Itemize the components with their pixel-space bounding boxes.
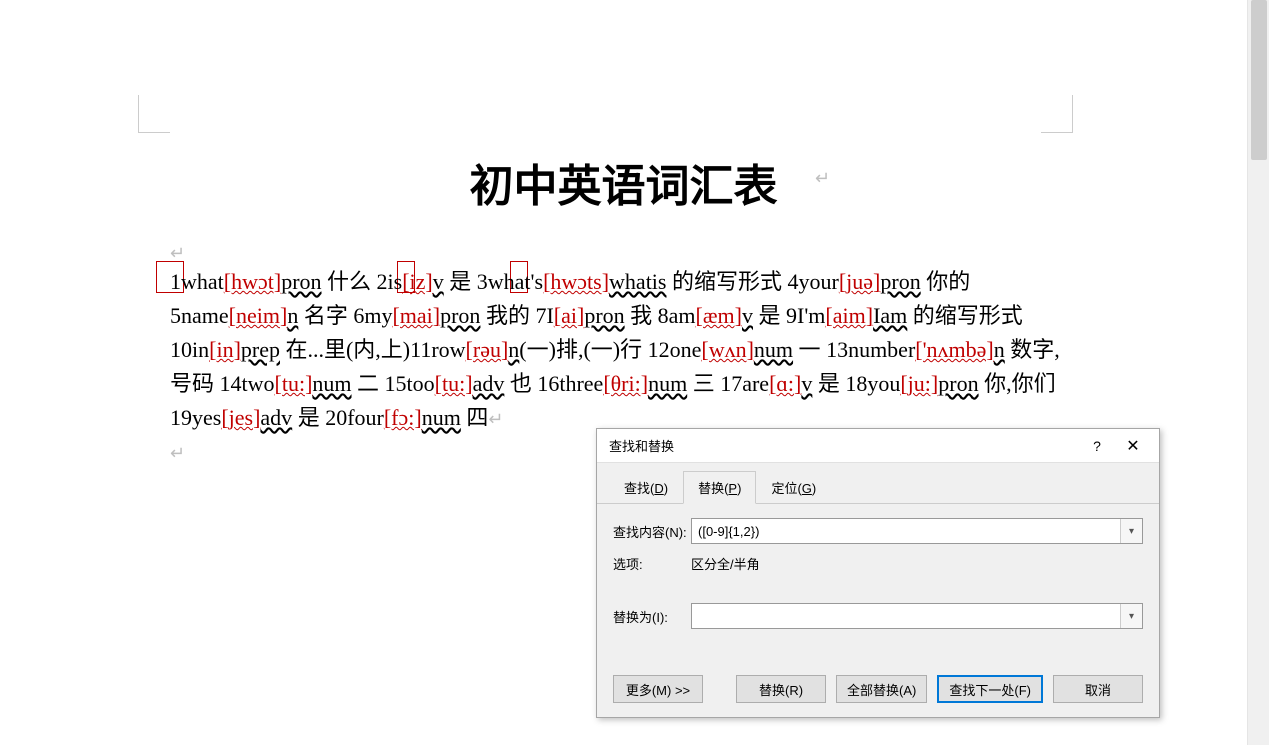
- tab-goto[interactable]: 定位(G): [756, 471, 831, 504]
- paragraph-mark: ↵: [815, 168, 830, 189]
- tab-find[interactable]: 查找(D): [609, 471, 683, 504]
- dialog-titlebar[interactable]: 查找和替换 ? ✕: [597, 429, 1159, 463]
- tab-replace[interactable]: 替换(P): [683, 471, 756, 504]
- find-what-input[interactable]: [692, 519, 1120, 543]
- find-next-button[interactable]: 查找下一处(F): [937, 675, 1043, 703]
- help-button[interactable]: ?: [1079, 432, 1115, 460]
- page-title[interactable]: 初中英语词汇表: [0, 150, 1247, 214]
- vertical-scrollbar[interactable]: [1247, 0, 1269, 745]
- options-value: 区分全/半角: [691, 554, 760, 573]
- find-what-label: 查找内容(N):: [613, 522, 691, 541]
- find-replace-dialog: 查找和替换 ? ✕ 查找(D) 替换(P) 定位(G) 查找内容(N): ▾ 选…: [596, 428, 1160, 718]
- dialog-title: 查找和替换: [609, 436, 1079, 455]
- paragraph-mark: ↵: [170, 443, 185, 464]
- find-what-combo: ▾: [691, 518, 1143, 544]
- document-body-text[interactable]: 1what[hwɔt]pron 什么 2is[iz]v 是 3what's[hw…: [170, 265, 1070, 436]
- page-margin-corner: [1041, 95, 1073, 133]
- find-dropdown-button[interactable]: ▾: [1120, 519, 1142, 543]
- more-button[interactable]: 更多(M) >>: [613, 675, 703, 703]
- replace-button[interactable]: 替换(R): [736, 675, 826, 703]
- dialog-tabs: 查找(D) 替换(P) 定位(G): [597, 463, 1159, 504]
- close-button[interactable]: ✕: [1115, 432, 1151, 460]
- replace-with-combo: ▾: [691, 603, 1143, 629]
- dialog-button-row: 更多(M) >> 替换(R) 全部替换(A) 查找下一处(F) 取消: [613, 675, 1143, 703]
- replace-all-button[interactable]: 全部替换(A): [836, 675, 927, 703]
- replace-with-input[interactable]: [692, 604, 1120, 628]
- replace-dropdown-button[interactable]: ▾: [1120, 604, 1142, 628]
- scrollbar-thumb[interactable]: [1251, 0, 1267, 160]
- options-label: 选项:: [613, 554, 691, 573]
- cancel-button[interactable]: 取消: [1053, 675, 1143, 703]
- dialog-body: 查找内容(N): ▾ 选项: 区分全/半角 替换为(I): ▾: [597, 504, 1159, 629]
- replace-with-label: 替换为(I):: [613, 607, 691, 626]
- page-margin-corner: [138, 95, 170, 133]
